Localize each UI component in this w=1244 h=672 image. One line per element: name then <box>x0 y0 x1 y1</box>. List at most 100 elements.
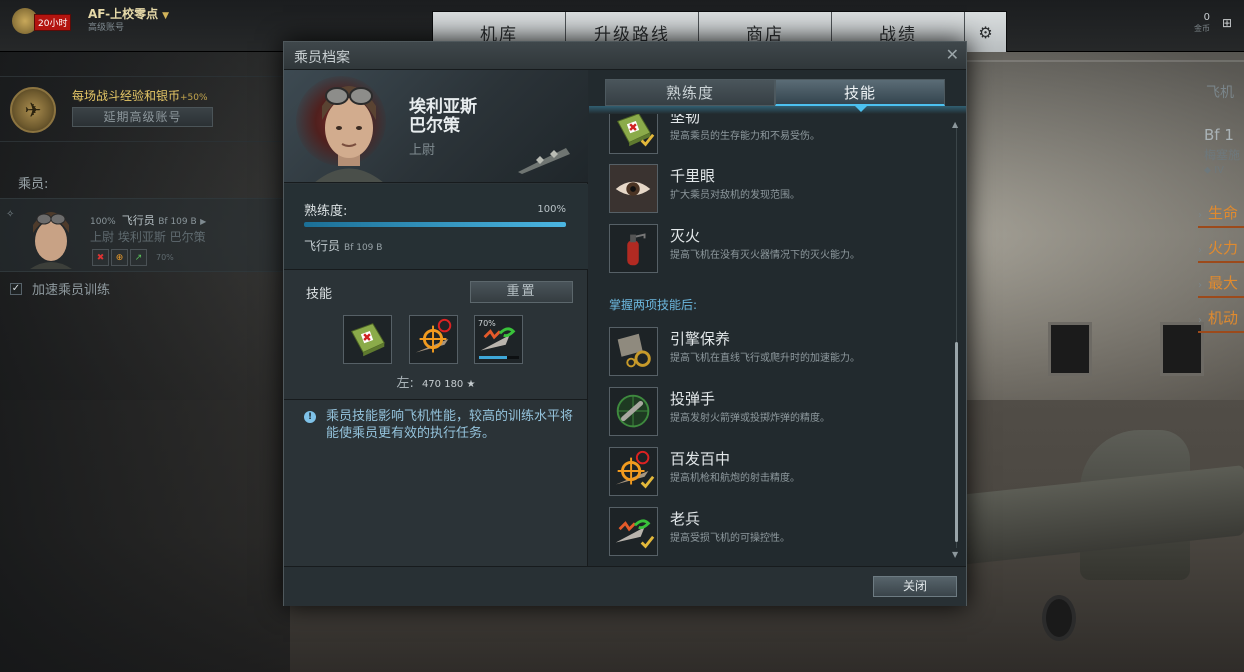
scrollbar-thumb[interactable] <box>955 342 958 542</box>
wings-icon: ✧ <box>6 209 15 220</box>
proficiency-percent: 100% <box>537 204 566 215</box>
stat-speed-bar <box>1198 296 1244 298</box>
proficiency-bar <box>304 222 566 227</box>
skill-description: 提高机枪和航炮的射击精度。 <box>670 473 800 484</box>
skills-panel: 熟练度 技能 坚韧 提高乘员的生存能力和不易受伤。 千里眼 扩大乘员对敌机的发现… <box>589 70 966 566</box>
skill-name: 引擎保养 <box>670 330 731 348</box>
skill-item[interactable]: 引擎保养 提高飞机在直线飞行或爬升时的加速能力。 <box>609 327 939 377</box>
plane-maker: 梅塞施 <box>1204 148 1241 162</box>
pilot-name-line1: 埃利亚斯 <box>409 97 477 117</box>
chevron-right-icon: ▶ <box>200 217 207 226</box>
skills-label: 技能 <box>306 287 333 302</box>
crew-member-row[interactable]: ✧ 100% 飞行员 Bf 109 B ▶ 上尉 埃利亚斯 巴尔策 ✖ ⊕ ↗ 7… <box>0 198 290 272</box>
player-name: AF-上校零点 <box>88 7 159 21</box>
first-aid-kit-icon <box>616 114 655 147</box>
add-gold-icon[interactable]: ⊞ <box>1222 16 1232 30</box>
skills-tabs: 熟练度 技能 <box>605 79 945 112</box>
account-type: 高级账号 <box>88 23 125 33</box>
chevron-down-icon[interactable]: ▼ <box>162 11 169 21</box>
skill-name: 灭火 <box>670 227 701 245</box>
scroll-down-icon[interactable]: ▼ <box>952 550 958 559</box>
premium-banner: ✈ 每场战斗经验和银币+50% 延期高级账号 <box>0 76 290 142</box>
skill-slot-3[interactable]: 70% <box>474 315 523 364</box>
premium-timer-badge: 20小时 <box>34 14 72 31</box>
rank-insignia-icon <box>518 148 570 174</box>
damaged-plane-icon <box>615 519 655 549</box>
learned-check-icon <box>640 475 655 489</box>
proficiency-bar-fill <box>304 222 566 227</box>
accelerate-checkbox[interactable]: ✓ <box>10 282 22 295</box>
skill-description: 提高飞机在直线飞行或爬升时的加速能力。 <box>670 353 860 364</box>
plane-tier-label: IV <box>1214 165 1224 176</box>
stat-hp-bar <box>1198 226 1244 228</box>
reset-skills-button[interactable]: 重置 <box>470 281 573 303</box>
chevron-right-icon: › <box>1198 245 1202 256</box>
tab-skills[interactable]: 技能 <box>775 79 945 112</box>
crew-role-label: 飞行员 <box>304 239 341 253</box>
skill-item[interactable]: 坚韧 提高乘员的生存能力和不易受伤。 <box>609 114 939 155</box>
skill-slot-3-progress-fill <box>479 356 507 359</box>
stat-firepower-bar <box>1198 261 1244 263</box>
tab-proficiency[interactable]: 熟练度 <box>605 79 775 106</box>
skill-icon <box>609 447 658 496</box>
pilot-portrait-banner: 埃利亚斯 巴尔策 上尉 <box>284 70 588 183</box>
crew-proficiency: 100% <box>90 217 116 227</box>
skill-item[interactable]: 灭火 提高飞机在没有灭火器情况下的灭火能力。 <box>609 224 939 274</box>
skill-slot-1[interactable] <box>343 315 392 364</box>
info-icon: ! <box>304 411 316 423</box>
skill-item[interactable]: 百发百中 提高机枪和航炮的射击精度。 <box>609 447 939 497</box>
pilot-name-line2: 巴尔策 <box>409 116 460 136</box>
dialog-title: 乘员档案 <box>294 50 350 66</box>
skill-list: 坚韧 提高乘员的生存能力和不易受伤。 千里眼 扩大乘员对敌机的发现范围。 灭火 … <box>589 114 949 564</box>
plane-tier: ⬥ IV <box>1204 165 1224 176</box>
hangar-beam <box>960 60 1244 62</box>
scroll-up-icon[interactable]: ▲ <box>952 120 958 129</box>
skill-icon <box>609 327 658 376</box>
crew-role-model: Bf 109 B <box>344 243 383 253</box>
info-note: ! 乘员技能影响飞机性能，较高的训练水平将能使乘员更有效的执行任务。 <box>304 408 574 442</box>
stat-firepower[interactable]: › 火力 <box>1198 237 1238 258</box>
stat-maneuver-label: 机动 <box>1208 309 1239 327</box>
pilot-portrait <box>315 86 383 182</box>
stat-speed-label: 最大 <box>1208 274 1239 292</box>
remaining-xp-label: 左: <box>396 376 414 391</box>
skill-icon <box>609 387 658 436</box>
skill-slot-3-progress-text: 70% <box>478 319 496 328</box>
engine-gears-icon <box>617 333 651 368</box>
settings-gear-icon[interactable]: ⚙ <box>965 12 1006 52</box>
first-aid-kit-icon <box>350 323 385 357</box>
plane-model: Bf 1 <box>1204 126 1234 144</box>
stat-speed[interactable]: › 最大 <box>1198 272 1238 293</box>
close-icon[interactable]: ✕ <box>946 45 959 64</box>
skill-item[interactable]: 投弹手 提高发射火箭弹或投掷炸弹的精度。 <box>609 387 939 437</box>
stat-hp-label: 生命 <box>1208 204 1239 222</box>
pilot-name: 埃利亚斯 巴尔策 <box>409 98 477 136</box>
skill-name: 老兵 <box>670 510 701 528</box>
pilot-avatar <box>30 212 72 269</box>
accelerate-label: 加速乘员训练 <box>32 283 111 298</box>
extend-premium-button[interactable]: 延期高级账号 <box>72 107 213 127</box>
fire-extinguisher-icon <box>627 233 646 266</box>
skill-icon <box>609 224 658 273</box>
crosshair-icon: ⊕ <box>111 249 128 266</box>
skill-item[interactable]: 老兵 提高受损飞机的可操控性。 <box>609 507 939 557</box>
close-button[interactable]: 关闭 <box>873 576 957 597</box>
account-rank[interactable]: 20小时 AF-上校零点 ▼ 高级账号 <box>12 8 169 34</box>
crew-skill-icons: ✖ ⊕ ↗ <box>92 249 147 266</box>
skill-item[interactable]: 千里眼 扩大乘员对敌机的发现范围。 <box>609 164 939 214</box>
skill-slot-3-progress-bar <box>479 356 519 359</box>
proficiency-section: 熟练度: 100% 飞行员 Bf 109 B <box>284 184 588 270</box>
skill-slot-2[interactable] <box>409 315 458 364</box>
skill-icon <box>609 114 658 154</box>
dialog-footer: 关闭 <box>284 566 966 606</box>
dialog-header: 乘员档案 ✕ <box>284 42 966 70</box>
accelerate-training[interactable]: ✓ 加速乘员训练 <box>10 279 110 298</box>
gold-balance: 0 金币 <box>1194 12 1210 34</box>
eye-icon <box>610 165 657 212</box>
skill-description: 提高乘员的生存能力和不易受伤。 <box>670 131 820 142</box>
crew-role-line: 飞行员 Bf 109 B <box>304 237 382 254</box>
stat-hp[interactable]: › 生命 <box>1198 202 1238 223</box>
skill-name: 坚韧 <box>670 114 701 126</box>
stat-maneuver[interactable]: › 机动 <box>1198 307 1238 328</box>
crew-name: 上尉 埃利亚斯 巴尔策 <box>90 230 206 244</box>
